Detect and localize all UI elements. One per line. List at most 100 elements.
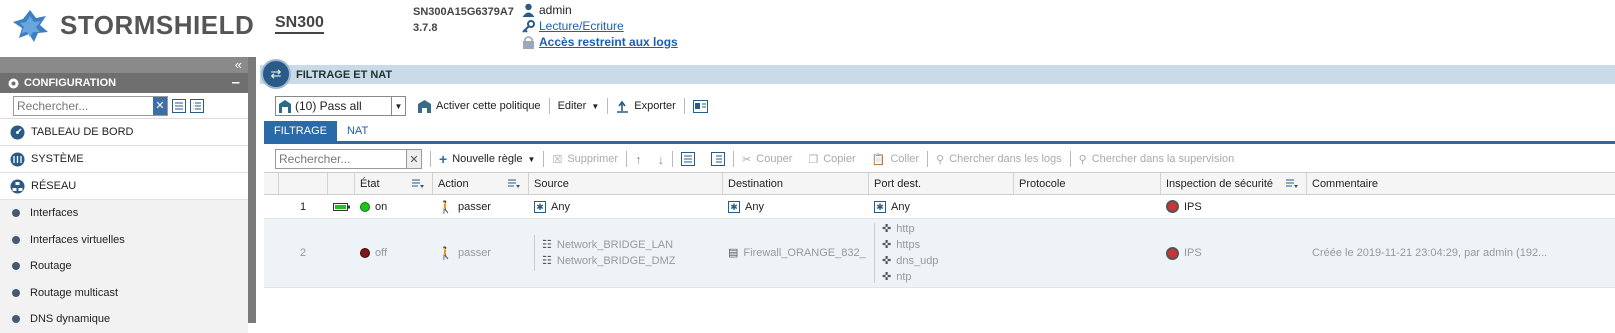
- filter-icon[interactable]: [508, 179, 520, 189]
- rule-comment[interactable]: Créée le 2019-11-21 23:04:29, par admin …: [1307, 219, 1549, 287]
- col-select[interactable]: [264, 173, 279, 195]
- sidebar-search-row: Rechercher... ✕: [0, 93, 248, 119]
- copy-icon: ❐: [808, 153, 819, 166]
- col-destination[interactable]: Destination: [723, 173, 869, 195]
- tab-filtrage[interactable]: FILTRAGE: [264, 121, 337, 141]
- restricted-logs-link[interactable]: Accès restreint aux logs: [539, 34, 678, 50]
- user-info: admin: [522, 2, 572, 18]
- new-rule-button[interactable]: + Nouvelle règle ▼: [431, 149, 543, 169]
- network-icon: [10, 179, 25, 193]
- sidebar-splitter[interactable]: [248, 57, 256, 323]
- rule-destination: Firewall_ORANGE_832_: [743, 247, 866, 259]
- table-row[interactable]: 2 off 🚶 passer ☷ Network_BRIDGE_LAN ☷ Netwo…: [264, 219, 1615, 288]
- clear-search-icon[interactable]: ✕: [406, 150, 421, 168]
- search-logs-button[interactable]: ⚲ Chercher dans les logs: [928, 149, 1070, 169]
- rule-inspection: IPS: [1184, 247, 1202, 259]
- sidebar-subitem-interfaces[interactable]: Interfaces: [0, 200, 248, 227]
- module-title-bar: ⇄ FILTRAGE ET NAT: [260, 59, 1615, 89]
- access-mode-link[interactable]: Lecture/Ecriture: [539, 18, 624, 34]
- service-icon: ✜: [882, 223, 892, 235]
- rule-action: passer: [457, 247, 491, 259]
- filter-nat-icon: ⇄: [261, 59, 291, 89]
- caret-down-icon: ▼: [591, 101, 600, 111]
- network-object-icon: ☷: [542, 239, 552, 251]
- rule-port: ntp: [896, 271, 912, 283]
- filter-icon[interactable]: [412, 179, 424, 189]
- host-object-icon: ▤: [728, 247, 739, 259]
- policy-select[interactable]: (10) Pass all ▼: [275, 96, 406, 116]
- sidebar-subitem-virtual-interfaces[interactable]: Interfaces virtuelles: [0, 226, 248, 253]
- service-icon: ✜: [882, 271, 892, 283]
- clear-search-icon[interactable]: ✕: [153, 96, 167, 115]
- rule-comment[interactable]: [1307, 195, 1549, 218]
- collapse-section-icon[interactable]: –: [232, 74, 240, 91]
- expand-all-rules-button[interactable]: [673, 149, 703, 169]
- configuration-header[interactable]: CONFIGURATION –: [0, 73, 248, 93]
- user-icon: [522, 3, 535, 17]
- system-icon: [10, 152, 25, 166]
- search-icon: ⚲: [936, 153, 945, 166]
- rules-grid: État Action Source Destination Port dest…: [264, 172, 1615, 323]
- sidebar-item-network[interactable]: RÉSEAU: [0, 173, 248, 200]
- rule-source: Network_BRIDGE_LAN: [556, 239, 674, 251]
- policy-toolbar: (10) Pass all ▼ Activer cette politique …: [275, 95, 716, 117]
- tab-nat[interactable]: NAT: [337, 121, 378, 141]
- view-options-button[interactable]: [685, 96, 716, 116]
- rule-number: 1: [299, 200, 307, 213]
- col-comment[interactable]: Commentaire: [1307, 173, 1549, 195]
- status-off-icon: [360, 248, 370, 258]
- activate-policy-button[interactable]: Activer cette politique: [410, 96, 549, 116]
- cut-button[interactable]: ✂ Couper: [734, 149, 800, 169]
- rule-protocol[interactable]: [1014, 195, 1161, 218]
- sidebar-item-system[interactable]: SYSTÈME: [0, 146, 248, 173]
- collapse-all-rules-button[interactable]: [703, 149, 733, 169]
- delete-button[interactable]: ☒ Supprimer: [544, 149, 626, 169]
- bullet-icon: [12, 235, 20, 244]
- rules-toolbar: Rechercher... ✕ + Nouvelle règle ▼ ☒ Sup…: [275, 148, 1242, 170]
- page-title: FILTRAGE ET NAT: [296, 68, 393, 81]
- collapse-all-icon[interactable]: [190, 98, 204, 113]
- rule-destination: Any: [745, 200, 764, 213]
- expand-all-icon[interactable]: [172, 98, 186, 113]
- rule-state: on: [375, 200, 388, 213]
- col-source[interactable]: Source: [529, 173, 723, 195]
- activate-icon: [418, 99, 431, 113]
- move-up-button[interactable]: ↑: [627, 149, 650, 169]
- rule-port: https: [896, 239, 921, 251]
- arrow-up-icon: ↑: [635, 151, 642, 167]
- sidebar-subitem-multicast-routing[interactable]: Routage multicast: [0, 279, 248, 306]
- sidebar-item-dashboard[interactable]: TABLEAU DE BORD: [0, 119, 248, 146]
- table-row[interactable]: 1 on 🚶 passer ✱ Any ✱ Any ✱ Any IPS: [264, 195, 1615, 219]
- col-action[interactable]: Action: [433, 173, 529, 195]
- bullet-icon: [12, 262, 20, 271]
- copy-button[interactable]: ❐ Copier: [800, 149, 863, 169]
- col-status-icon[interactable]: [328, 173, 355, 195]
- paste-button[interactable]: 📋 Coller: [864, 149, 927, 169]
- col-port[interactable]: Port dest.: [869, 173, 1014, 195]
- arrow-down-icon: ↓: [657, 151, 665, 167]
- search-supervision-button[interactable]: ⚲ Chercher dans la supervision: [1071, 149, 1243, 169]
- sidebar-subitem-routing[interactable]: Routage: [0, 253, 248, 280]
- sidebar-subitem-dynamic-dns[interactable]: DNS dynamique: [0, 306, 248, 333]
- rule-number: 2: [299, 247, 307, 259]
- preview-icon: [692, 99, 708, 113]
- sidebar-search-input[interactable]: Rechercher... ✕: [13, 95, 168, 116]
- col-state[interactable]: État: [355, 173, 433, 195]
- rule-protocol[interactable]: [1014, 219, 1161, 287]
- bullet-icon: [12, 209, 20, 218]
- export-icon: [617, 100, 629, 113]
- rule-action: passer: [457, 200, 491, 213]
- chevron-down-icon[interactable]: ▼: [391, 97, 405, 115]
- collapse-sidebar-icon[interactable]: «: [235, 58, 242, 71]
- sidebar: « CONFIGURATION – Rechercher... ✕ TABLEA…: [0, 57, 258, 333]
- rules-search-input[interactable]: Rechercher... ✕: [275, 149, 422, 169]
- col-inspection[interactable]: Inspection de sécurité: [1161, 173, 1307, 195]
- col-protocol[interactable]: Protocole: [1014, 173, 1161, 195]
- collapse-all-icon: [711, 152, 726, 166]
- edit-menu-button[interactable]: Editer ▼: [550, 96, 608, 116]
- filter-icon[interactable]: [1286, 179, 1298, 189]
- move-down-button[interactable]: ↓: [650, 149, 673, 169]
- export-button[interactable]: Exporter: [608, 96, 684, 116]
- col-number[interactable]: [279, 173, 328, 195]
- configuration-title: CONFIGURATION: [24, 77, 117, 89]
